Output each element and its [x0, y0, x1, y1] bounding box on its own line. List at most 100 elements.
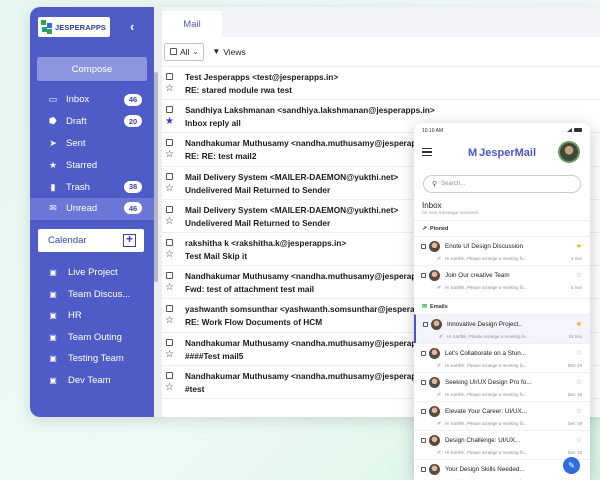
mobile-mail-checkbox[interactable]: [421, 467, 426, 472]
sender-avatar: [429, 377, 440, 388]
mail-checkbox[interactable]: [166, 139, 173, 147]
mobile-mail-item[interactable]: Join Our creative Team ✐ Hi Karthik, Pleas…: [414, 265, 590, 294]
star-icon[interactable]: ☆: [165, 216, 174, 227]
mobile-mail-checkbox[interactable]: [421, 409, 426, 414]
star-icon[interactable]: ☆: [576, 378, 582, 386]
mobile-search-input[interactable]: ⚲ Search...: [423, 175, 581, 193]
team-item-hr[interactable]: ▣ HR: [30, 305, 154, 327]
mail-subject: Test Mail Skip it: [185, 250, 248, 261]
select-all-dropdown[interactable]: All ⌄: [164, 42, 205, 61]
tab-mail[interactable]: Mail: [162, 11, 222, 37]
attachment-icon: ✐: [437, 450, 442, 456]
sender-avatar: [429, 435, 440, 446]
star-icon[interactable]: ☆: [165, 183, 174, 194]
views-button[interactable]: ▼ Views: [212, 47, 245, 57]
star-icon[interactable]: ★: [165, 117, 174, 127]
mobile-mail-subject: Design Challenge: UI/UX...: [445, 437, 521, 444]
star-icon[interactable]: ☆: [165, 382, 174, 393]
star-icon[interactable]: ☆: [576, 271, 582, 279]
mobile-mail-checkbox[interactable]: [421, 244, 426, 249]
mobile-mail-item[interactable]: Elevate Your Career: UI/UX... ✐ Hi Karthik…: [414, 401, 590, 430]
mobile-mail-item[interactable]: Innovative Design Project.. ✐ Hi Karthik, …: [414, 314, 590, 343]
mobile-mail-item[interactable]: Let's Collaborate on a Stun... ✐ Hi Karthi…: [414, 343, 590, 372]
scrollbar-thumb[interactable]: [154, 72, 158, 282]
mail-checkbox[interactable]: [166, 106, 173, 114]
mobile-mail-time: Dec 19: [567, 363, 582, 368]
collapse-sidebar-icon[interactable]: ‹: [130, 19, 134, 34]
folder-trash[interactable]: ▮ Trash 38: [30, 176, 154, 198]
folder-count: 46: [124, 93, 142, 106]
team-item-testing-team[interactable]: ▣ Testing Team: [30, 348, 154, 370]
folder-inbox[interactable]: ▭ Inbox 46: [30, 89, 154, 111]
mobile-mail-preview: Hi Karthik, Please arrange a meeting fo.…: [447, 334, 530, 339]
mobile-inbox-title: Inbox: [422, 201, 442, 210]
mobile-mail-item[interactable]: Seeking UI/UX Design Pro fo... ✐ Hi Karthi…: [414, 372, 590, 401]
star-icon[interactable]: ☆: [165, 84, 174, 94]
mail-checkbox[interactable]: [166, 305, 173, 313]
sender-avatar: [429, 464, 440, 475]
star-icon[interactable]: ★: [576, 242, 582, 250]
compose-button[interactable]: Compose: [37, 57, 147, 81]
star-icon[interactable]: ☆: [576, 407, 582, 415]
calendar-icon: ▣: [49, 289, 57, 299]
profile-avatar[interactable]: [558, 141, 580, 163]
mobile-mail-item[interactable]: Enote UI Design Discussion ✐ Hi Karthik, P…: [414, 236, 590, 265]
team-item-team-discussion[interactable]: ▣ Team Discus...: [30, 283, 154, 305]
mail-checkbox[interactable]: [166, 238, 173, 246]
team-item-team-outing[interactable]: ▣ Team Outing: [30, 326, 154, 348]
team-item-dev-team[interactable]: ▣ Dev Team: [30, 369, 154, 391]
mail-checkbox[interactable]: [166, 338, 173, 346]
mobile-mail-checkbox[interactable]: [421, 380, 426, 385]
mobile-mail-item[interactable]: Design Challenge: UI/UX... ✐ Hi Karthik, P…: [414, 430, 590, 459]
mail-toolbar: All ⌄ ▼ Views: [162, 37, 600, 67]
star-icon[interactable]: ☆: [576, 349, 582, 357]
select-all-label: All: [180, 46, 190, 57]
calendar-icon: ▣: [49, 375, 57, 385]
star-icon[interactable]: ☆: [576, 436, 582, 444]
mail-checkbox[interactable]: [166, 205, 173, 213]
mobile-mail-checkbox[interactable]: [421, 351, 426, 356]
mobile-mail-preview: Hi Karthik, Please arrange a meeting fo.…: [445, 363, 528, 368]
sender-avatar: [429, 348, 440, 359]
mail-checkbox[interactable]: [166, 172, 173, 180]
team-label: Team Outing: [68, 331, 122, 343]
chevron-down-icon: ⌄: [192, 48, 199, 56]
sent-icon: ➤: [49, 137, 57, 148]
team-item-live-project[interactable]: ▣ Live Project: [30, 262, 154, 284]
mail-checkbox[interactable]: [166, 272, 173, 280]
team-label: Dev Team: [68, 374, 111, 386]
pinned-list: Enote UI Design Discussion ✐ Hi Karthik, P…: [414, 236, 590, 294]
star-icon[interactable]: ★: [576, 320, 582, 328]
menu-icon[interactable]: [422, 148, 432, 158]
star-icon[interactable]: ☆: [165, 316, 174, 326]
folder-starred[interactable]: ★ Starred: [30, 154, 154, 176]
mobile-mail-preview: Hi Karthik, Please arrange a meeting fo.…: [445, 256, 528, 261]
calendar-button[interactable]: Calendar +: [38, 228, 144, 252]
mail-checkbox[interactable]: [166, 371, 173, 379]
folder-sent[interactable]: ➤ Sent: [30, 133, 154, 155]
mobile-mail-preview: Hi Karthik, Please arrange a meeting fo.…: [445, 450, 528, 455]
folder-label: Draft: [66, 116, 87, 128]
mobile-mail-checkbox[interactable]: [421, 273, 426, 278]
mail-checkbox[interactable]: [166, 73, 173, 80]
add-calendar-icon[interactable]: +: [123, 233, 136, 247]
search-icon: ⚲: [432, 181, 438, 188]
folder-label: Unread: [66, 203, 98, 215]
folder-unread[interactable]: ✉ Unread 46: [30, 197, 154, 220]
star-icon[interactable]: ☆: [165, 283, 174, 293]
search-placeholder: Search...: [441, 181, 466, 187]
star-icon[interactable]: ☆: [165, 150, 174, 160]
mobile-mail-checkbox[interactable]: [421, 438, 426, 443]
mail-sender: Nandhakumar Muthusamy <nandha.muthusamy@…: [185, 138, 441, 149]
pinned-label: Pinned: [430, 225, 449, 232]
star-icon[interactable]: ☆: [165, 249, 174, 260]
folder-label: Starred: [66, 159, 98, 171]
folder-draft[interactable]: ⭓ Draft 20: [30, 111, 154, 133]
star-icon[interactable]: ☆: [165, 349, 174, 360]
mail-row[interactable]: ☆ Test Jesperapps <test@jesperapps.in> RE:…: [162, 67, 600, 101]
select-all-checkbox[interactable]: [170, 48, 177, 55]
compose-fab-button[interactable]: ✎: [563, 457, 580, 474]
app-logo[interactable]: JESPERAPPS: [38, 17, 110, 37]
mobile-mail-checkbox[interactable]: [423, 322, 428, 327]
team-label: Testing Team: [68, 353, 124, 365]
